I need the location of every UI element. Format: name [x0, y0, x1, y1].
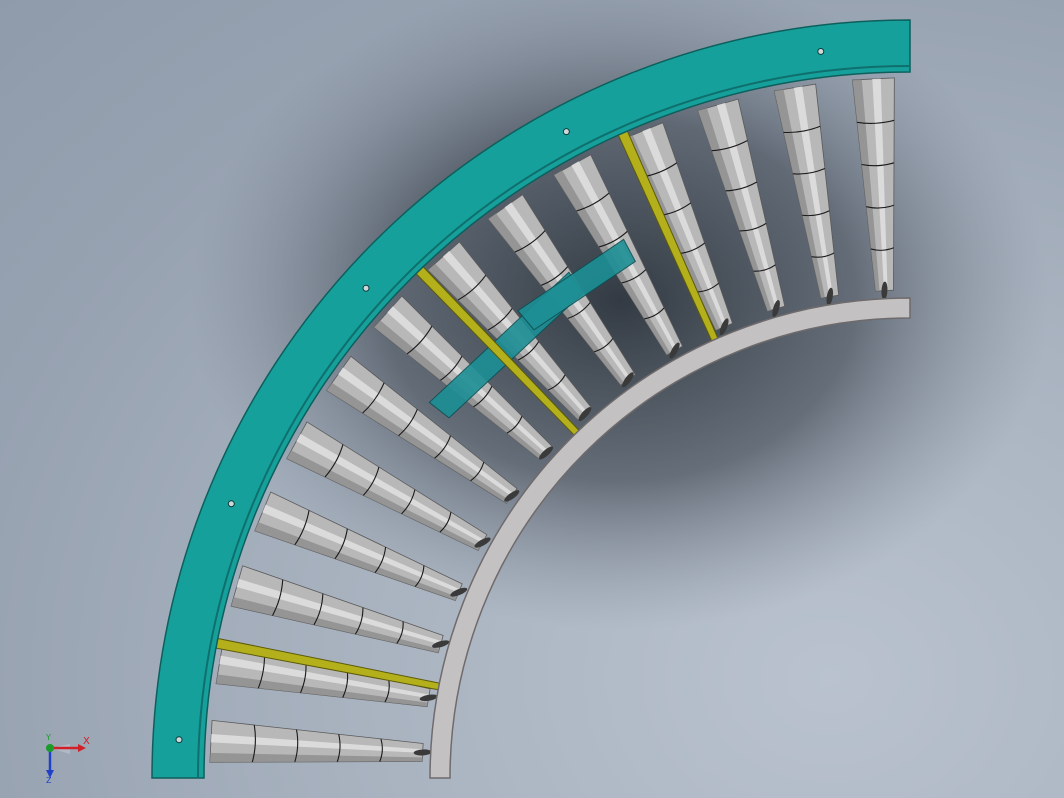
- bolt-hole: [562, 128, 570, 136]
- z-axis-label: Z: [46, 776, 52, 785]
- x-axis-label: X: [83, 736, 90, 747]
- bolt-hole: [362, 284, 370, 292]
- bolt-hole: [227, 500, 235, 508]
- conveyor-model[interactable]: [0, 0, 1064, 798]
- bolt-hole: [817, 47, 825, 55]
- graphics-viewport[interactable]: X Y Z: [0, 0, 1064, 798]
- y-axis-label: Y: [46, 733, 51, 742]
- roller: [209, 719, 432, 763]
- bolt-hole: [175, 736, 183, 744]
